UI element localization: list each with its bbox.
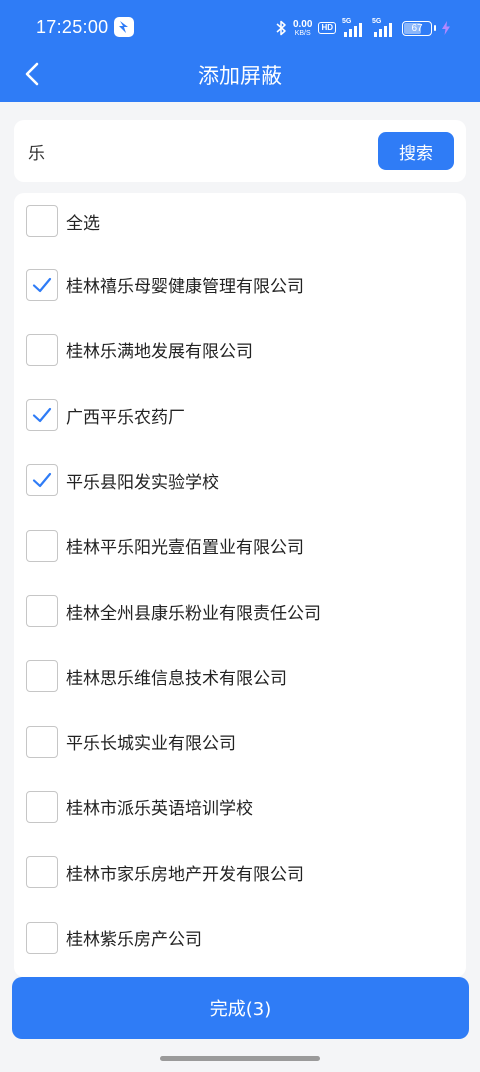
list-item-checkbox[interactable] — [26, 921, 58, 954]
list-item-checkbox[interactable] — [26, 529, 58, 562]
list-item-label: 桂林禧乐母婴健康管理有限公司 — [66, 277, 304, 297]
list-item-label: 广西平乐农药厂 — [66, 407, 185, 428]
list-item-checkbox[interactable] — [26, 790, 58, 823]
status-bar: 17:25:00 0.00 KB/S HD 5G 5G 67 — [0, 0, 480, 56]
list-item-checkbox[interactable] — [26, 464, 58, 497]
bluetooth-icon — [276, 20, 286, 36]
list-item[interactable]: 桂林乐满地发展有限公司 — [14, 317, 466, 382]
home-indicator — [160, 1056, 320, 1061]
network-speed-value: 0.00 — [292, 18, 313, 30]
list-item-label: 桂林全州县康乐粉业有限责任公司 — [66, 603, 321, 624]
signal-strength-icon: 5G — [342, 18, 366, 38]
list-item-row[interactable]: 桂林紫乐房产公司 — [26, 905, 202, 970]
list-item-label: 桂林市家乐房地产开发有限公司 — [66, 864, 304, 885]
list-item-checkbox[interactable] — [26, 268, 58, 301]
list-item-checkbox[interactable] — [26, 333, 58, 366]
list-item-row[interactable]: 广西平乐农药厂 — [26, 383, 185, 448]
list-item-row[interactable]: 桂林市家乐房地产开发有限公司 — [26, 840, 304, 905]
signal-strength-icon-2: 5G — [372, 18, 396, 38]
header: 17:25:00 0.00 KB/S HD 5G 5G 67 添加屏蔽 — [0, 0, 480, 102]
search-card: 搜索 — [14, 120, 466, 182]
charging-icon — [442, 21, 450, 35]
checkmark-icon — [32, 277, 52, 292]
page-title: 添加屏蔽 — [198, 64, 282, 88]
search-input[interactable] — [28, 132, 368, 170]
list-item-row[interactable]: 桂林全州县康乐粉业有限责任公司 — [26, 579, 321, 644]
list-item[interactable]: 桂林紫乐房产公司 — [14, 905, 466, 970]
network-speed-unit: KB/S — [294, 29, 311, 37]
list-item-checkbox[interactable] — [26, 399, 58, 432]
list-item[interactable]: 桂林禧乐母婴健康管理有限公司 — [14, 252, 466, 317]
list-item-checkbox[interactable] — [26, 595, 58, 627]
select-all-label: 全选 — [66, 213, 100, 234]
list-item[interactable]: 广西平乐农药厂 — [14, 383, 466, 448]
select-all-checkbox[interactable] — [26, 205, 58, 237]
list-item-row[interactable]: 平乐长城实业有限公司 — [26, 709, 236, 774]
list-item[interactable]: 桂林市派乐英语培训学校 — [14, 774, 466, 839]
status-time: 17:25:00 — [36, 17, 109, 37]
list-item-row[interactable]: 桂林乐满地发展有限公司 — [26, 317, 253, 382]
list-item-label: 平乐长城实业有限公司 — [66, 734, 236, 755]
list-item-row[interactable]: 桂林思乐维信息技术有限公司 — [26, 644, 287, 709]
list-item-label: 平乐县阳发实验学校 — [66, 472, 219, 493]
list-item[interactable]: 桂林全州县康乐粉业有限责任公司 — [14, 579, 466, 644]
list-item[interactable]: 平乐县阳发实验学校 — [14, 448, 466, 513]
search-button[interactable]: 搜索 — [378, 132, 454, 170]
list-item-row[interactable]: 桂林市派乐英语培训学校 — [26, 774, 253, 839]
list-item[interactable]: 平乐长城实业有限公司 — [14, 709, 466, 774]
list-item-label: 桂林乐满地发展有限公司 — [66, 342, 253, 363]
list-item-label: 桂林平乐阳光壹佰置业有限公司 — [66, 538, 304, 559]
status-indicators: 0.00 KB/S HD 5G 5G 67 — [275, 16, 450, 40]
company-list: 桂林禧乐母婴健康管理有限公司 桂林乐满地发展有限公司 广西平乐农药厂平乐县阳发实验学… — [14, 237, 466, 977]
list-item[interactable]: 桂林市家乐房地产开发有限公司 — [14, 840, 466, 905]
checkmark-icon — [32, 407, 52, 423]
battery-icon: 67 — [402, 20, 432, 36]
list-item[interactable]: 桂林思乐维信息技术有限公司 — [14, 644, 466, 709]
done-button[interactable]: 完成(3) — [12, 977, 469, 1039]
hd-badge: HD — [318, 22, 336, 34]
list-item-label: 桂林市派乐英语培训学校 — [66, 799, 253, 820]
list-item-label: 桂林紫乐房产公司 — [66, 930, 202, 950]
list-item-checkbox[interactable] — [26, 856, 58, 889]
list-item-checkbox[interactable] — [26, 660, 58, 693]
list-item-row[interactable]: 桂林禧乐母婴健康管理有限公司 — [26, 252, 304, 317]
network-speed: 0.00 KB/S — [292, 18, 313, 37]
list-item-row[interactable]: 桂林平乐阳光壹佰置业有限公司 — [26, 513, 304, 578]
list-item-label: 桂林思乐维信息技术有限公司 — [66, 668, 287, 689]
list-item-row[interactable]: 平乐县阳发实验学校 — [26, 448, 219, 513]
list-item-checkbox[interactable] — [26, 725, 58, 758]
battery-level: 67 — [411, 22, 423, 34]
notification-app-icon — [114, 17, 134, 37]
list-item[interactable]: 桂林平乐阳光壹佰置业有限公司 — [14, 513, 466, 578]
nav-bar: 添加屏蔽 — [0, 50, 480, 98]
checkmark-icon — [32, 473, 52, 488]
